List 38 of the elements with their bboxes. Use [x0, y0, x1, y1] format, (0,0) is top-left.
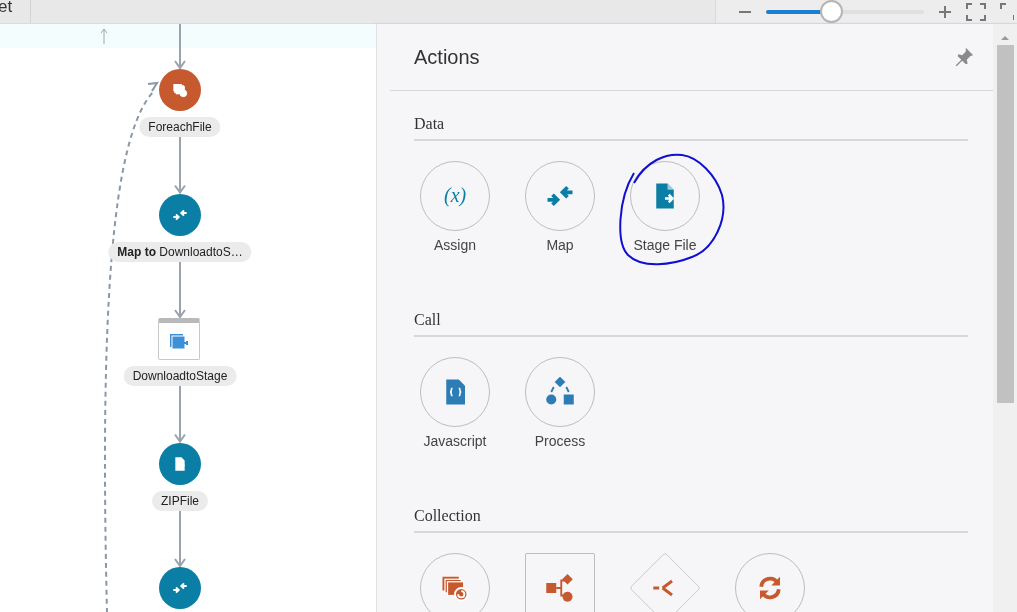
action-node-box[interactable] [158, 318, 200, 360]
action-tile[interactable]: (x) [420, 161, 490, 231]
action-label: Map [545, 237, 575, 253]
node-label: Map to DownloadtoS… [108, 241, 252, 262]
panel-title: Actions [414, 45, 480, 69]
variable-symbol: (x) [435, 184, 475, 208]
connector-arrow [174, 385, 186, 444]
connector-arrow [174, 136, 186, 195]
pin-icon[interactable] [953, 46, 975, 68]
file-export-icon [172, 455, 188, 472]
scrollbar[interactable] [993, 24, 1017, 612]
action-label: Process [533, 433, 587, 449]
node-label: ForeachFile [139, 117, 221, 137]
action-tile[interactable] [525, 553, 595, 612]
up-arrow-icon [100, 28, 108, 45]
fit-screen-icon[interactable] [966, 2, 986, 21]
section-title: Call [414, 311, 968, 337]
action-label: Javascript [422, 433, 488, 449]
expand-icon[interactable] [1000, 2, 1014, 21]
node-label: DownloadtoStage [123, 366, 237, 386]
section-title: Data [414, 115, 968, 141]
action-node[interactable] [159, 442, 201, 485]
action-label: Assign [433, 237, 477, 253]
section-title: Collection [414, 507, 968, 533]
connector-arrow [174, 24, 186, 70]
converging-arrows-icon [172, 580, 188, 596]
action-label: Stage File [632, 237, 698, 253]
zoom-in-icon[interactable] [938, 4, 952, 19]
action-node[interactable] [159, 69, 201, 111]
action-tile[interactable] [420, 553, 490, 612]
connector-arrow [174, 260, 186, 319]
action-node[interactable] [159, 193, 201, 236]
connector-arrow [174, 509, 186, 568]
action-node[interactable] [159, 567, 201, 609]
action-tile[interactable] [735, 553, 805, 612]
action-tile[interactable] [630, 161, 700, 231]
scroll-up-icon[interactable] [1000, 34, 1010, 42]
node-label: ZIPFile [152, 490, 208, 511]
